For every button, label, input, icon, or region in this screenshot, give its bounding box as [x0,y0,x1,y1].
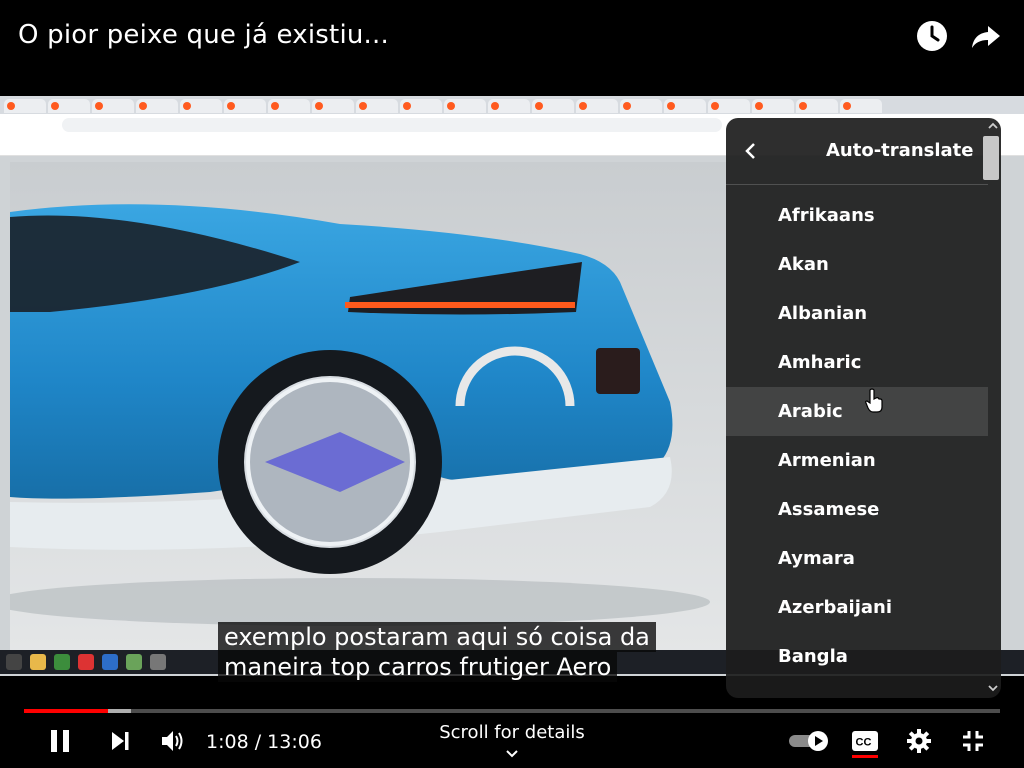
car-scene [10,162,730,652]
progress-played [24,709,109,713]
top-bar: O pior peixe que já existiu... [0,0,1024,96]
time-separator: / [248,731,268,753]
volume-icon [162,731,183,751]
svg-text:CC: CC [856,737,872,749]
menu-scrollbar[interactable] [985,118,1001,698]
autoplay-toggle-icon [789,731,828,751]
volume-button[interactable] [156,724,190,758]
language-option-albanian[interactable]: Albanian [726,289,988,338]
language-option-aymara[interactable]: Aymara [726,534,988,583]
time-display: 1:08 / 13:06 [206,731,322,753]
hand-pointer-icon [865,388,883,413]
back-chevron-icon[interactable] [740,140,762,162]
skip-next-icon [112,732,129,750]
progress-bar[interactable] [24,709,1000,713]
language-option-amharic[interactable]: Amharic [726,338,988,387]
language-option-armenian[interactable]: Armenian [726,436,988,485]
caption-line-1: exemplo postaram aqui só coisa da [218,622,656,652]
gear-icon [907,729,931,753]
language-option-afrikaans[interactable]: Afrikaans [726,191,988,240]
captions-icon: CC [852,731,878,751]
next-button[interactable] [104,724,136,758]
language-option-bangla[interactable]: Bangla [726,632,988,681]
language-option-azerbaijani[interactable]: Azerbaijani [726,583,988,632]
watch-later-icon[interactable] [914,18,950,54]
caption-line-2: maneira top carros frutiger Aero [218,652,618,682]
pause-button[interactable] [42,724,78,758]
exit-fullscreen-button[interactable] [956,724,990,758]
current-time: 1:08 [206,731,249,753]
share-icon[interactable] [968,18,1004,54]
scroll-down-arrow-icon[interactable] [987,682,999,694]
chevron-down-icon [506,750,518,758]
autoplay-toggle[interactable] [786,724,832,758]
duration: 13:06 [267,731,322,753]
exit-fullscreen-icon [963,731,983,751]
captions-active-indicator [852,755,878,758]
scroll-up-arrow-icon[interactable] [987,120,999,132]
captions-button[interactable]: CC [848,724,882,758]
captions-overlay: exemplo postaram aqui só coisa da maneir… [218,622,656,682]
menu-scroll-thumb[interactable] [983,136,999,180]
language-option-arabic[interactable]: Arabic [726,387,988,436]
settings-button[interactable] [902,724,936,758]
menu-header: Auto-translate [726,118,988,185]
pause-icon [51,730,69,752]
scroll-for-details[interactable]: Scroll for details [420,722,604,764]
language-option-akan[interactable]: Akan [726,240,988,289]
video-browser-tabs [0,96,1024,114]
loading-spinner [455,346,575,407]
menu-title: Auto-translate [826,140,974,161]
scroll-hint-label: Scroll for details [439,722,585,743]
video-title[interactable]: O pior peixe que já existiu... [18,20,389,50]
language-list: Afrikaans Akan Albanian Amharic Arabic A… [726,191,988,681]
language-option-assamese[interactable]: Assamese [726,485,988,534]
